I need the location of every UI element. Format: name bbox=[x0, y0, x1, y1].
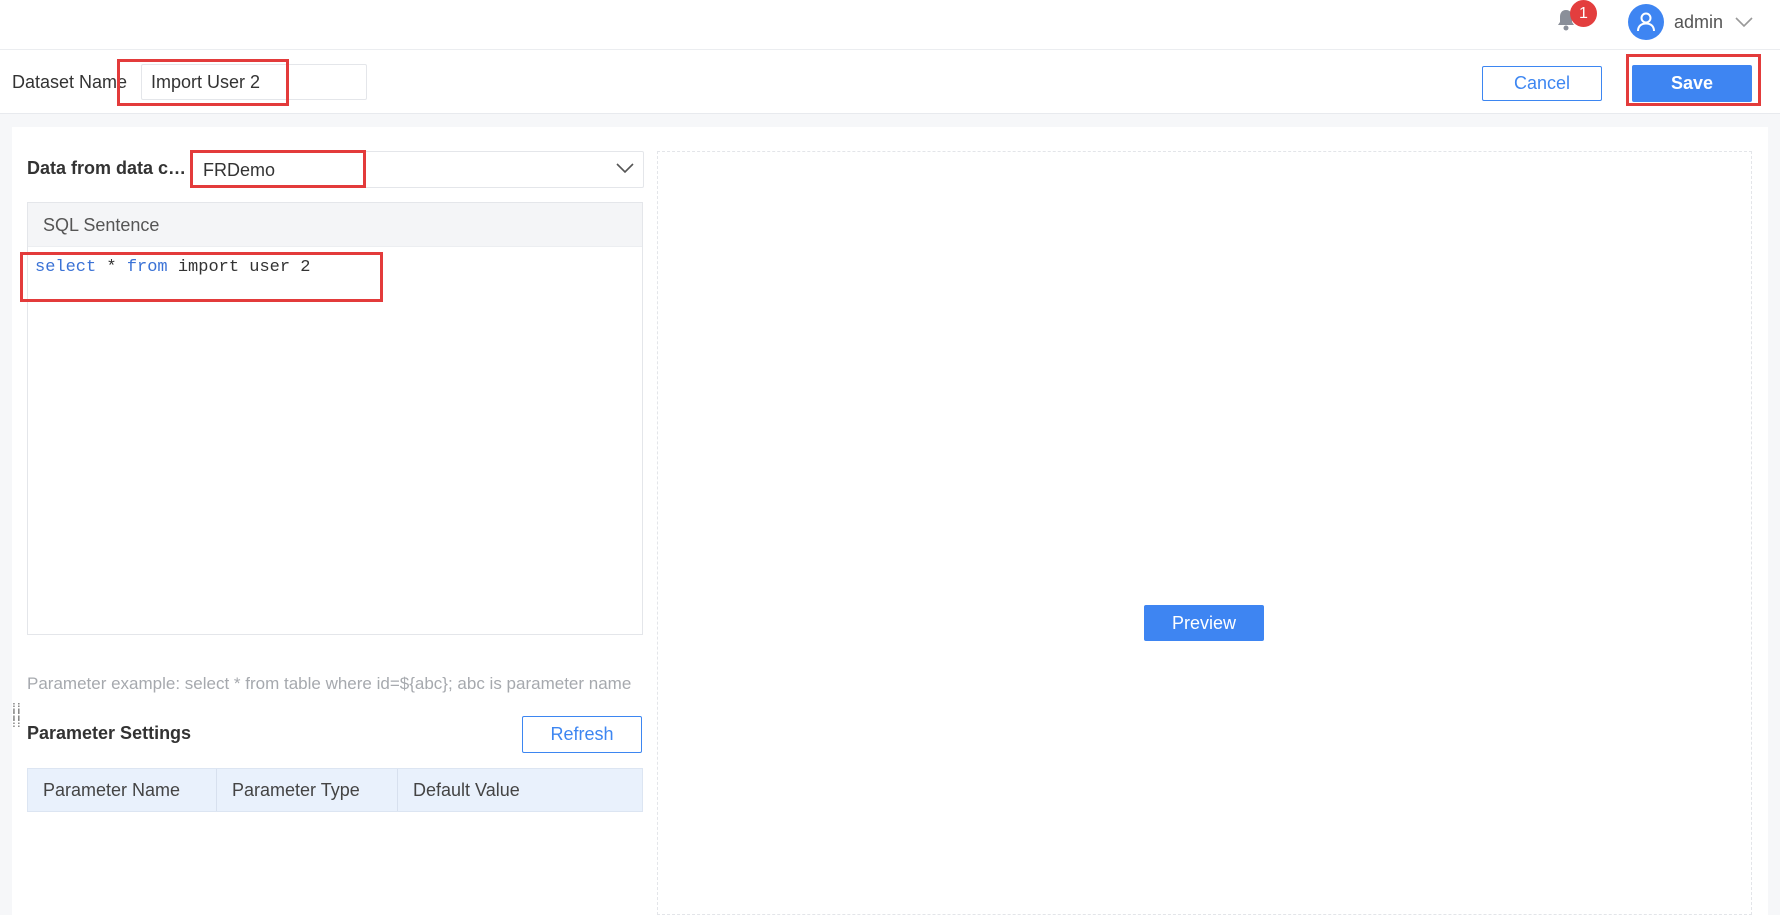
sql-keyword-select: select bbox=[35, 258, 97, 277]
notification-bell[interactable]: 1 bbox=[1555, 0, 1597, 38]
parameter-hint: Parameter example: select * from table w… bbox=[27, 674, 632, 693]
dataset-name-input[interactable] bbox=[141, 64, 367, 100]
user-avatar-icon bbox=[1628, 4, 1664, 40]
top-bar: 1 admin bbox=[0, 0, 1780, 50]
sql-editor-panel: SQL Sentence select * from import user 2 bbox=[27, 202, 643, 635]
column-header-default-value[interactable]: Default Value bbox=[398, 769, 642, 811]
sql-table-name: import user 2 bbox=[167, 258, 311, 277]
sql-sentence-header: SQL Sentence bbox=[28, 203, 642, 247]
parameter-table-header: Parameter Name Parameter Type Default Va… bbox=[27, 768, 643, 812]
refresh-button[interactable]: Refresh bbox=[522, 716, 642, 753]
sql-editor[interactable]: select * from import user 2 bbox=[35, 258, 310, 277]
chevron-down-icon bbox=[1735, 16, 1753, 27]
save-button[interactable]: Save bbox=[1632, 65, 1752, 102]
sql-star: * bbox=[96, 258, 127, 277]
cancel-button[interactable]: Cancel bbox=[1482, 66, 1602, 101]
data-connection-select[interactable]: FRDemo bbox=[190, 151, 644, 188]
data-connection-label: Data from data connection bbox=[27, 158, 187, 178]
preview-button[interactable]: Preview bbox=[1144, 605, 1264, 641]
parameter-settings-title: Parameter Settings bbox=[27, 723, 192, 743]
preview-area bbox=[657, 151, 1752, 915]
data-connection-value: FRDemo bbox=[203, 160, 276, 180]
dataset-name-label: Dataset Name bbox=[12, 72, 128, 92]
column-header-parameter-type[interactable]: Parameter Type bbox=[217, 769, 398, 811]
notification-badge: 1 bbox=[1570, 0, 1597, 27]
user-name: admin bbox=[1674, 11, 1724, 32]
column-header-parameter-name[interactable]: Parameter Name bbox=[28, 769, 217, 811]
user-menu[interactable]: admin bbox=[1628, 2, 1758, 42]
drag-handle-icon[interactable]: ⁞⁞ ⁞⁞ ⁞⁞ bbox=[12, 701, 24, 731]
dataset-header: Dataset Name Cancel Save bbox=[0, 50, 1780, 114]
sql-keyword-from: from bbox=[126, 258, 168, 277]
chevron-down-icon bbox=[616, 163, 634, 174]
